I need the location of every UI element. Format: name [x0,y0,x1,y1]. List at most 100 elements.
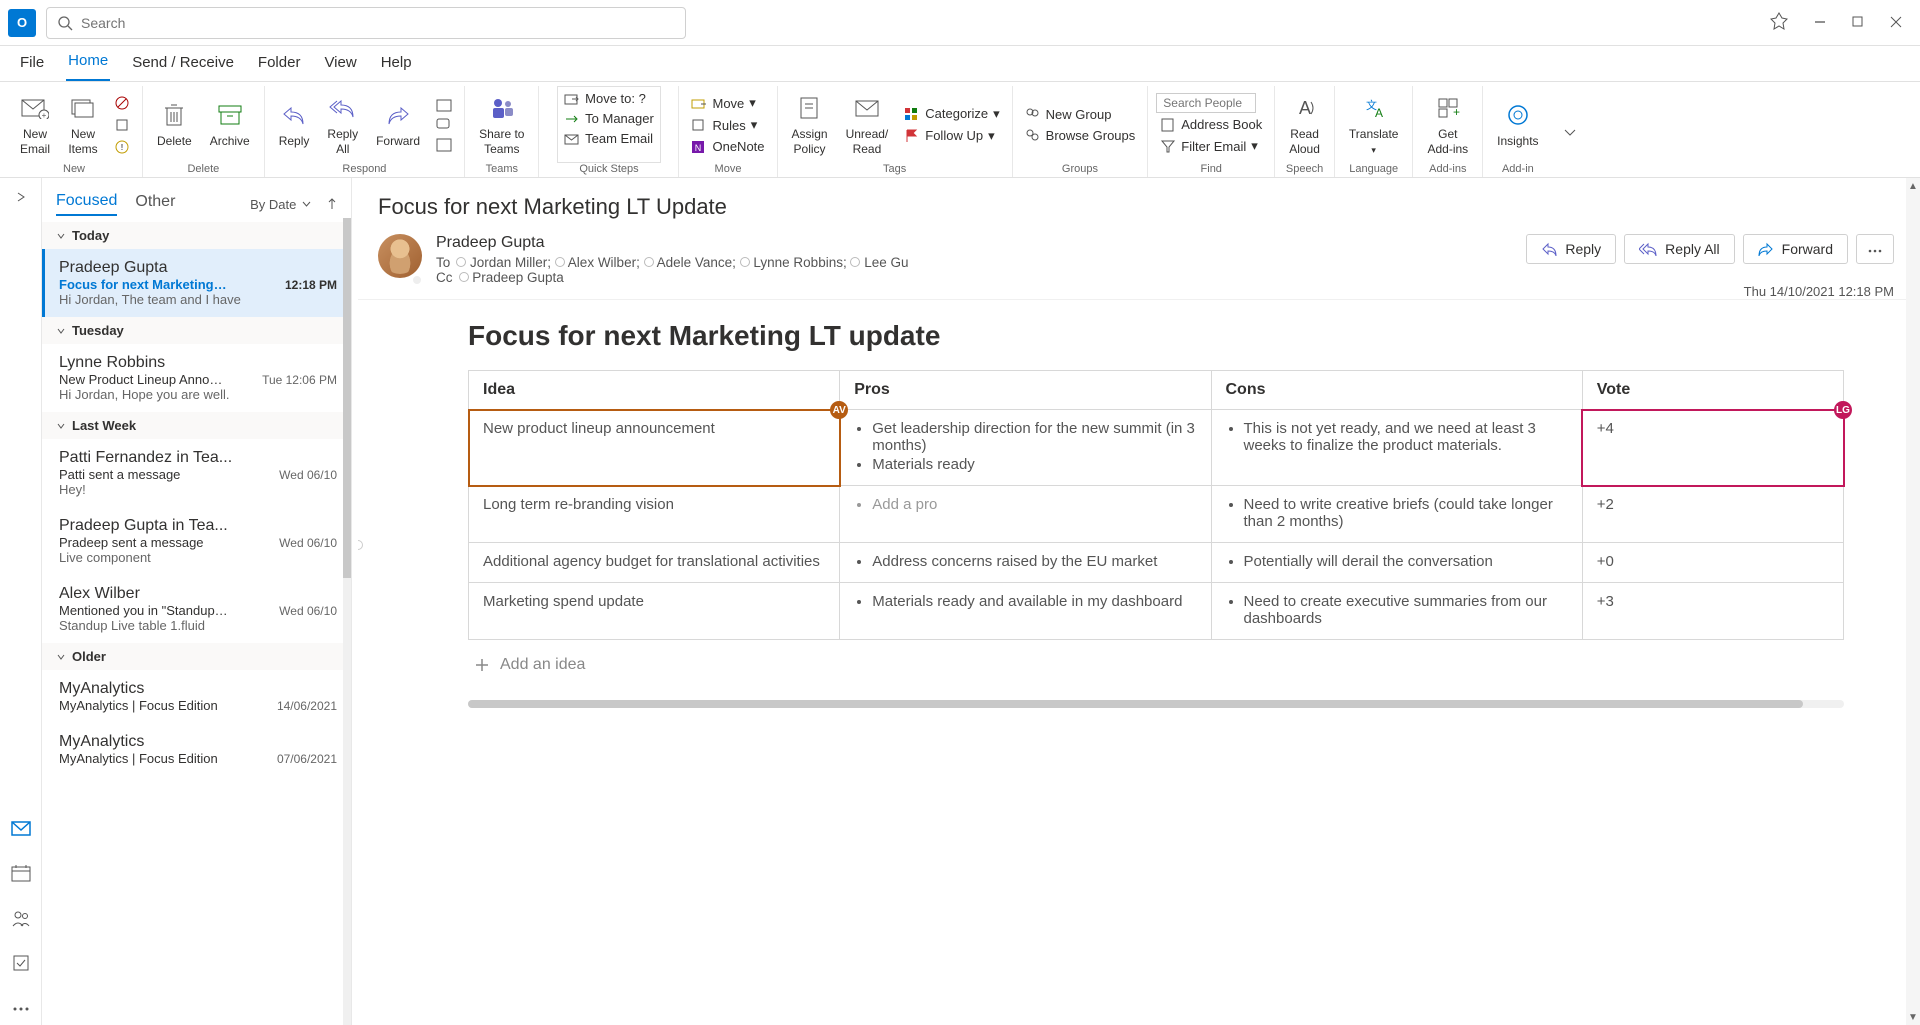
message-item[interactable]: MyAnalyticsMyAnalytics | Focus Edition07… [42,723,351,776]
recipient[interactable]: Jordan Miller; [466,255,555,270]
rail-expand-button[interactable] [15,190,27,206]
menu-tab-file[interactable]: File [18,48,46,81]
cell-cons[interactable]: Need to write creative briefs (could tak… [1211,486,1582,543]
get-addins-button[interactable]: +Get Add-ins [1421,91,1474,158]
recipient[interactable]: Lynne Robbins; [750,255,851,270]
window-maximize-button[interactable] [1852,15,1864,31]
menu-tab-view[interactable]: View [322,48,358,81]
forward-button[interactable]: Forward [370,98,426,150]
sender-avatar[interactable] [378,234,422,278]
reply-action[interactable]: Reply [1526,234,1616,264]
searchbox[interactable] [46,7,686,39]
forward-action[interactable]: Forward [1743,234,1848,264]
rail-todo-icon[interactable] [12,954,30,975]
recipient[interactable]: Pradeep Gupta [469,270,564,285]
loop-h-scrollbar[interactable] [468,700,1844,708]
archive-button[interactable]: Archive [204,98,256,150]
splitter-handle[interactable] [358,540,363,550]
msglist-group-header[interactable]: Tuesday [42,317,351,344]
recipient[interactable]: Alex Wilber; [565,255,644,270]
cell-vote[interactable]: +3 [1582,583,1843,640]
new-email-button[interactable]: +New Email [14,91,56,158]
reply-all-action[interactable]: Reply All [1624,234,1734,264]
im-reply-button[interactable] [432,116,456,134]
cleanup-button[interactable] [110,115,134,135]
quickstep-team-email[interactable]: Team Email [560,129,658,148]
loop-table[interactable]: Idea Pros Cons Vote New product lineup a… [468,370,1844,640]
message-item[interactable]: MyAnalyticsMyAnalytics | Focus Edition14… [42,670,351,723]
cell-vote[interactable]: +4LG [1582,410,1843,486]
cell-idea[interactable]: Additional agency budget for translation… [469,543,840,583]
categorize-button[interactable]: Categorize ▾ [900,104,1003,124]
insights-button[interactable]: Insights [1491,98,1544,150]
quickstep-to-manager[interactable]: To Manager [560,109,658,128]
share-to-teams-button[interactable]: Share to Teams [473,91,530,158]
follow-up-button[interactable]: Follow Up ▾ [900,126,1003,146]
table-row[interactable]: Long term re-branding visionAdd a proNee… [469,486,1844,543]
tab-other[interactable]: Other [135,193,175,215]
tab-focused[interactable]: Focused [56,192,117,216]
msglist-scrollbar[interactable] [343,218,351,1025]
ignore-button[interactable] [110,93,134,113]
table-row[interactable]: Additional agency budget for translation… [469,543,1844,583]
menu-tab-send-receive[interactable]: Send / Receive [130,48,236,81]
add-idea-button[interactable]: Add an idea [468,640,1844,690]
cell-idea[interactable]: New product lineup announcementAV [469,410,840,486]
rail-more-icon[interactable] [12,999,30,1015]
cell-pros[interactable]: Add a pro [840,486,1211,543]
cell-vote[interactable]: +0 [1582,543,1843,583]
window-minimize-button[interactable] [1814,15,1826,31]
reply-button[interactable]: Reply [273,98,316,150]
cell-pros[interactable]: Address concerns raised by the EU market [840,543,1211,583]
coming-soon-icon[interactable] [1770,12,1788,33]
junk-button[interactable]: ! [110,137,134,157]
recipient[interactable]: Adele Vance; [654,255,740,270]
cell-cons[interactable]: Need to create executive summaries from … [1211,583,1582,640]
quickstep-move-to[interactable]: Move to: ? [560,89,658,108]
msglist-group-header[interactable]: Older [42,643,351,670]
message-item[interactable]: Lynne RobbinsNew Product Lineup Announce… [42,344,351,412]
window-close-button[interactable] [1890,15,1902,31]
cell-pros[interactable]: Materials ready and available in my dash… [840,583,1211,640]
message-item[interactable]: Pradeep GuptaFocus for next Marketing LT… [42,249,351,317]
new-items-button[interactable]: New Items [62,91,104,158]
table-row[interactable]: Marketing spend updateMaterials ready an… [469,583,1844,640]
move-button[interactable]: Move ▾ [687,93,768,113]
msglist-group-header[interactable]: Last Week [42,412,351,439]
more-actions-button[interactable] [1856,234,1894,264]
cell-idea[interactable]: Long term re-branding vision [469,486,840,543]
new-group-button[interactable]: New Group [1021,105,1140,124]
unread-read-button[interactable]: Unread/ Read [840,91,895,158]
ribbon-collapse-button[interactable] [1553,124,1587,140]
table-row[interactable]: New product lineup announcementAVGet lea… [469,410,1844,486]
rail-calendar-icon[interactable] [11,864,31,885]
translate-button[interactable]: 文ATranslate▾ [1343,91,1405,158]
address-book-button[interactable]: Address Book [1156,115,1266,134]
rail-people-icon[interactable] [11,909,31,930]
search-people-input[interactable] [1156,93,1256,113]
onenote-button[interactable]: NOneNote [687,137,768,156]
browse-groups-button[interactable]: Browse Groups [1021,126,1140,145]
message-item[interactable]: Pradeep Gupta in Tea...Pradeep sent a me… [42,507,351,575]
menu-tab-help[interactable]: Help [379,48,414,81]
reading-scrollbar[interactable]: ▲ ▼ [1906,178,1920,1025]
rail-mail-icon[interactable] [11,821,31,840]
recipient[interactable]: Lee Gu [860,255,908,270]
cell-idea[interactable]: Marketing spend update [469,583,840,640]
cell-cons[interactable]: Potentially will derail the conversation [1211,543,1582,583]
menu-tab-home[interactable]: Home [66,46,110,81]
cell-cons[interactable]: This is not yet ready, and we need at le… [1211,410,1582,486]
delete-button[interactable]: Delete [151,98,198,150]
cell-vote[interactable]: +2 [1582,486,1843,543]
search-input[interactable] [81,15,675,31]
meeting-button[interactable] [432,96,456,114]
rules-button[interactable]: Rules ▾ [687,115,768,135]
reply-all-button[interactable]: Reply All [321,91,364,158]
read-aloud-button[interactable]: ARead Aloud [1283,91,1326,158]
cell-pros[interactable]: Get leadership direction for the new sum… [840,410,1211,486]
filter-email-button[interactable]: Filter Email ▾ [1156,136,1266,156]
more-respond-button[interactable] [432,136,456,154]
menu-tab-folder[interactable]: Folder [256,48,303,81]
message-item[interactable]: Alex WilberMentioned you in "Standup Liv… [42,575,351,643]
msglist-group-header[interactable]: Today [42,222,351,249]
